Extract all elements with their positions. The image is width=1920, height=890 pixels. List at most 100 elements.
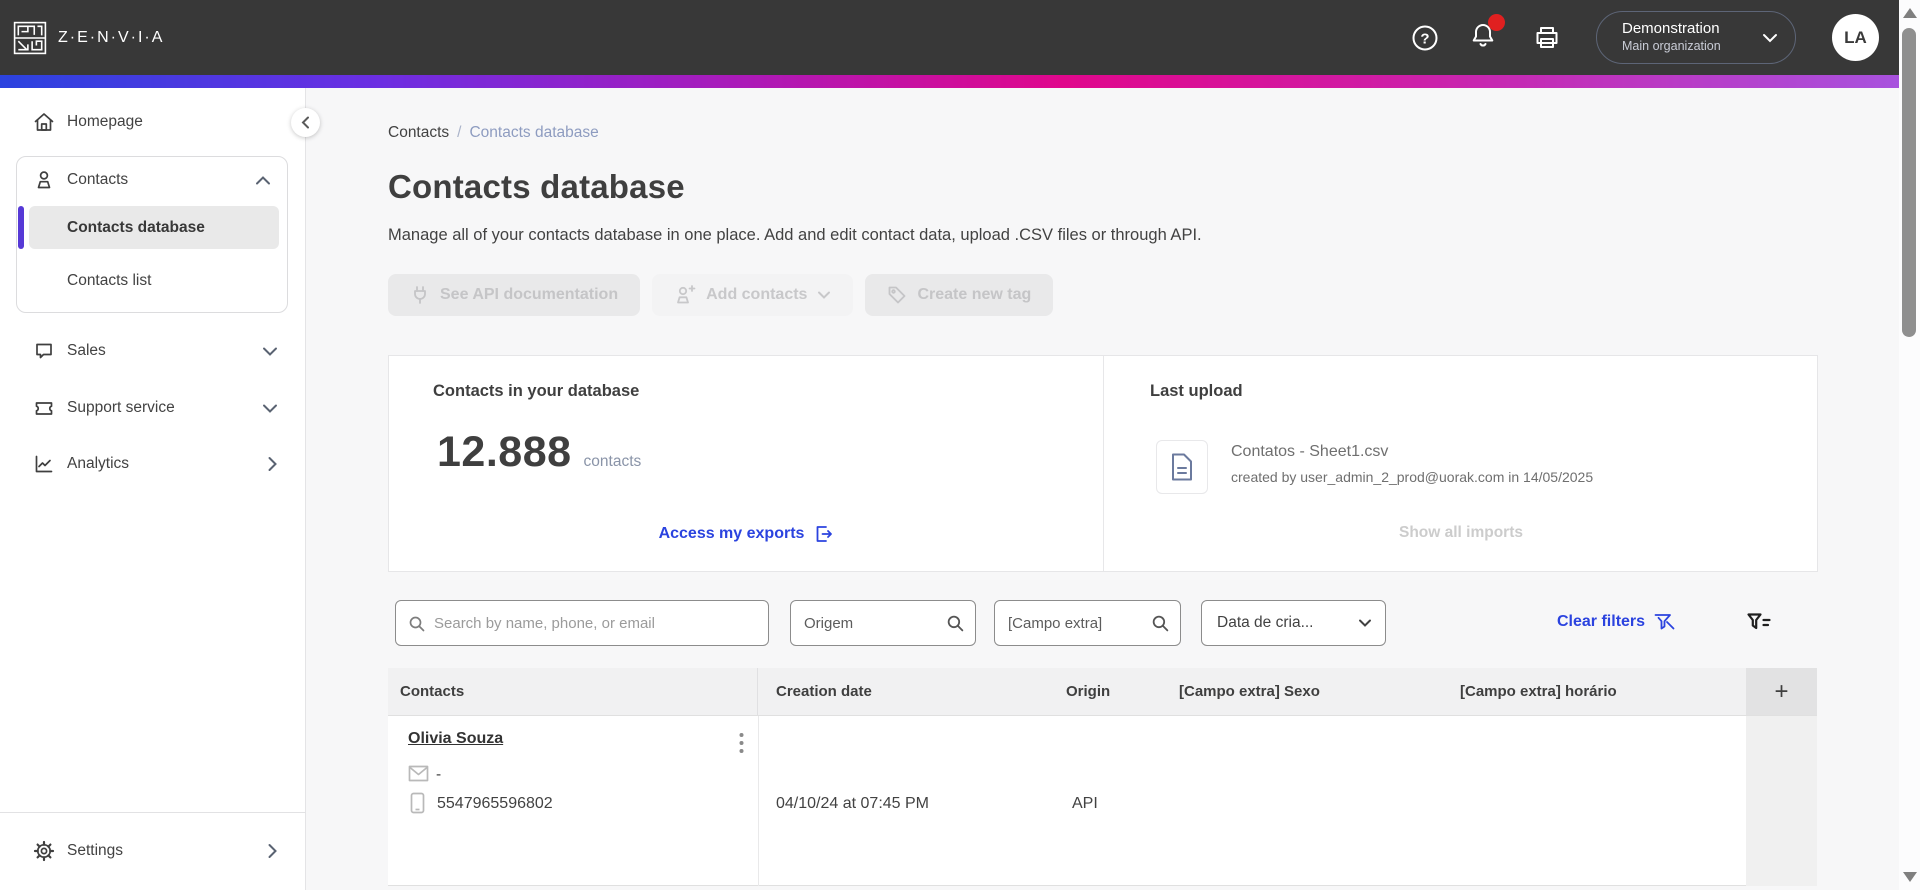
access-my-exports-link[interactable]: Access my exports	[389, 524, 1103, 544]
brand-text: Z·E·N·V·I·A	[58, 28, 165, 46]
sidebar-item-label: Settings	[67, 842, 124, 859]
column-header-campo-extra-sexo[interactable]: [Campo extra] Sexo	[1168, 668, 1443, 715]
table-row: Olivia Souza - 5547965596802 04/10/24 at…	[388, 716, 1817, 886]
gear-icon	[33, 840, 55, 862]
last-upload-card: Last upload Contatos - Sheet1.csv create…	[1104, 356, 1818, 571]
chevron-down-icon	[1762, 32, 1778, 44]
contacts-count-value: 12.888	[437, 428, 572, 476]
add-contacts-button[interactable]: Add contacts	[652, 274, 854, 316]
sidebar-collapse-button[interactable]	[291, 108, 320, 137]
main-content: Contacts / Contacts database Contacts da…	[306, 88, 1899, 890]
ticket-icon	[33, 397, 55, 419]
topbar: Z·E·N·V·I·A ? Demonstration Main organiz…	[0, 0, 1899, 75]
sidebar-item-label: Homepage	[67, 113, 143, 130]
line-chart-icon	[33, 453, 55, 475]
notification-badge	[1488, 14, 1505, 31]
sidebar-item-contacts-list[interactable]: Contacts list	[29, 261, 279, 301]
search-icon	[408, 615, 426, 633]
notifications-bell-icon[interactable]	[1468, 14, 1505, 50]
column-header-origin[interactable]: Origin	[1053, 668, 1168, 715]
see-api-documentation-button[interactable]: See API documentation	[388, 274, 641, 316]
sidebar-item-support-service[interactable]: Support service	[0, 388, 306, 428]
scrollbar-thumb[interactable]	[1902, 28, 1916, 337]
page-title: Contacts database	[388, 168, 685, 205]
contact-phone: 5547965596802	[437, 795, 553, 812]
campo-extra-filter-box	[994, 600, 1181, 646]
search-icon	[1151, 614, 1170, 633]
search-input[interactable]	[434, 601, 756, 645]
help-icon[interactable]: ?	[1410, 23, 1440, 53]
button-label: Create new tag	[917, 286, 1032, 303]
button-label: See API documentation	[440, 286, 619, 303]
home-icon	[33, 111, 55, 133]
show-all-imports-button[interactable]: Show all imports	[1104, 524, 1818, 542]
sidebar-item-contacts-database[interactable]: Contacts database	[29, 206, 279, 249]
chevron-left-icon	[301, 116, 310, 129]
column-header-contacts[interactable]: Contacts	[388, 668, 758, 715]
page-description: Manage all of your contacts database in …	[388, 226, 1202, 244]
sidebar-group-contacts: Contacts Contacts database Contacts list	[16, 156, 288, 313]
sidebar-item-contacts[interactable]: Contacts	[17, 157, 287, 203]
clear-filters-button[interactable]: Clear filters	[1557, 612, 1675, 632]
add-column-button[interactable]: +	[1746, 668, 1817, 715]
upload-file-name: Contatos - Sheet1.csv	[1231, 443, 1389, 460]
link-label: Access my exports	[658, 525, 805, 542]
plug-icon	[410, 285, 430, 305]
contacts-table: Contacts Creation date Origin [Campo ext…	[388, 668, 1817, 886]
sidebar-item-analytics[interactable]: Analytics	[0, 444, 306, 484]
date-filter-label: Data de cria...	[1217, 614, 1314, 631]
contact-name-link[interactable]: Olivia Souza	[408, 730, 503, 748]
svg-text:?: ?	[1420, 31, 1429, 48]
contact-creation-date: 04/10/24 at 07:45 PM	[776, 795, 929, 812]
filter-clear-icon	[1653, 612, 1675, 632]
tag-icon	[887, 285, 907, 305]
campo-extra-filter-input[interactable]	[1008, 601, 1146, 645]
file-icon	[1169, 452, 1195, 482]
button-label: Add contacts	[706, 286, 808, 303]
sidebar-item-homepage[interactable]: Homepage	[0, 102, 306, 142]
card-title: Last upload	[1150, 382, 1243, 400]
contact-email: -	[436, 766, 442, 783]
origem-filter-input[interactable]	[804, 601, 941, 645]
creation-date-filter-select[interactable]: Data de cria...	[1201, 600, 1386, 646]
contact-origin: API	[1072, 795, 1098, 812]
user-avatar[interactable]: LA	[1832, 14, 1879, 61]
brand-gradient-bar	[0, 75, 1899, 88]
search-icon	[946, 614, 965, 633]
email-icon	[408, 765, 429, 782]
organization-switcher[interactable]: Demonstration Main organization	[1596, 11, 1796, 64]
file-icon-box	[1156, 440, 1208, 494]
scrollbar-down-icon[interactable]	[1903, 872, 1917, 882]
clear-filters-label: Clear filters	[1557, 613, 1646, 630]
column-header-creation-date[interactable]: Creation date	[758, 668, 1053, 715]
scrollbar-up-icon[interactable]	[1903, 8, 1917, 18]
chevron-down-icon	[817, 290, 831, 300]
printer-icon[interactable]	[1532, 23, 1562, 53]
create-new-tag-button[interactable]: Create new tag	[865, 274, 1054, 316]
origem-filter-box	[790, 600, 976, 646]
breadcrumb-separator: /	[457, 124, 462, 141]
sidebar-item-settings[interactable]: Settings	[0, 831, 306, 871]
add-column-body-strip	[1746, 716, 1817, 886]
sidebar-item-sales[interactable]: Sales	[0, 331, 306, 371]
page-scrollbar[interactable]	[1899, 0, 1920, 890]
zenvia-logo[interactable]: Z·E·N·V·I·A	[13, 21, 164, 55]
row-menu-button[interactable]	[728, 726, 754, 760]
user-icon	[33, 169, 55, 191]
contacts-count-unit: contacts	[583, 453, 642, 470]
breadcrumb: Contacts / Contacts database	[388, 124, 599, 142]
mobile-phone-icon	[410, 792, 425, 814]
column-header-campo-extra-horario[interactable]: [Campo extra] horário	[1443, 668, 1746, 715]
breadcrumb-contacts[interactable]: Contacts	[388, 124, 449, 142]
sidebar: Homepage Contacts Contacts database Cont…	[0, 88, 306, 890]
organization-texts: Demonstration Main organization	[1622, 20, 1721, 54]
chat-bubble-icon	[33, 340, 55, 362]
sidebar-item-label: Contacts	[67, 171, 129, 188]
upload-file-meta: created by user_admin_2_prod@uorak.com i…	[1231, 469, 1594, 485]
contacts-count: 12.888 contacts	[437, 428, 641, 477]
app-root: Z·E·N·V·I·A ? Demonstration Main organiz…	[0, 0, 1920, 890]
chevron-down-icon	[262, 403, 278, 414]
advanced-filters-icon[interactable]	[1744, 608, 1774, 638]
chevron-down-icon	[262, 346, 278, 357]
export-icon	[813, 524, 833, 544]
